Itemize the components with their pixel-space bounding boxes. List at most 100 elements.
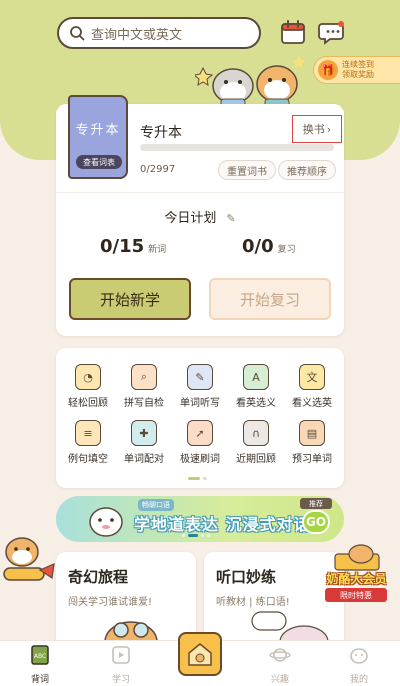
tool-en-to-meaning[interactable]: A 看英选义 [228, 364, 284, 409]
search-icon [70, 26, 85, 41]
page-dot [203, 477, 207, 480]
banner-headline: 学地道表达 沉浸式对话 [134, 515, 311, 534]
card-wen-icon: 文 [299, 364, 325, 390]
tool-preview-words[interactable]: ▤ 预习单词 [284, 420, 340, 465]
tool-sentence-fill[interactable]: ≡ 例句填空 [60, 420, 116, 465]
hamster-house-icon [188, 643, 212, 666]
tab-study[interactable]: 学习 [96, 644, 146, 685]
hamster-face-icon [350, 648, 368, 664]
signin-line2: 领取奖励 [342, 70, 374, 79]
headphones-icon: ∩ [243, 420, 269, 446]
tab-label: 背词 [30, 675, 49, 685]
tool-label: 拼写自检 [124, 398, 164, 409]
signin-line1: 连续签到 [342, 60, 374, 69]
search-input[interactable]: 查询中文或英文 [57, 17, 261, 49]
abc-book-icon: ABC [31, 645, 49, 665]
tab-label: 学习 [111, 675, 130, 685]
go-badge[interactable]: 推荐 GO [298, 498, 334, 538]
signin-reward-button[interactable]: 🎁 连续签到 领取奖励 [313, 56, 400, 84]
tab-words[interactable]: ABC 背词 [15, 644, 65, 685]
tool-easy-review[interactable]: ◔ 轻松回顾 [60, 364, 116, 409]
tool-label: 看义选英 [292, 398, 332, 409]
tool-label: 预习单词 [292, 454, 332, 465]
tools-page-indicator [188, 477, 207, 480]
rocket-icon: ➚ [187, 420, 213, 446]
view-word-list-button[interactable]: 查看词表 [76, 155, 122, 169]
banner-dot [207, 534, 210, 537]
review-words-label: 复习 [277, 245, 296, 255]
tool-spelling-check[interactable]: ⌕ 拼写自检 [116, 364, 172, 409]
tab-me[interactable]: 我的 [334, 644, 384, 685]
tool-dictation[interactable]: ✎ 单词听写 [172, 364, 228, 409]
banner-page-indicator [182, 534, 210, 537]
start-learn-button[interactable]: 开始新学 [69, 278, 191, 320]
new-words-label: 新词 [148, 245, 167, 255]
today-plan-title: 今日计划 ✎ [0, 207, 400, 226]
start-review-button[interactable]: 开始复习 [209, 278, 331, 320]
banner-dot [188, 534, 198, 537]
book-icon: ▤ [299, 420, 325, 446]
wordbook-name: 专升本 [140, 125, 182, 141]
magnifier-icon: ⌕ [131, 364, 157, 390]
tool-label: 看英选义 [236, 398, 276, 409]
video-book-icon [112, 646, 130, 664]
banner-tag: 畅聊口语 [138, 499, 174, 511]
tool-label: 单词配对 [124, 454, 164, 465]
calendar-icon[interactable] [279, 18, 307, 46]
tool-recent-review[interactable]: ∩ 近期回顾 [228, 420, 284, 465]
new-words-value: 0/15 [100, 236, 145, 257]
tool-meaning-to-en[interactable]: 文 看义选英 [284, 364, 340, 409]
edit-plan-icon[interactable]: ✎ [226, 212, 235, 225]
fantasy-journey-card[interactable]: 奇幻旅程 闯关学习谁试谁爱! [56, 552, 196, 652]
go-label: GO [302, 510, 330, 534]
new-words-stat: 0/15 新词 [100, 236, 166, 257]
tool-label: 轻松回顾 [68, 398, 108, 409]
chat-bubble-icon[interactable] [318, 18, 346, 46]
gift-icon: 🎁 [318, 60, 338, 80]
notebook-icon: ≡ [75, 420, 101, 446]
vip-title: 奶酪大会员 [326, 572, 387, 586]
hamster-mascots-illustration [195, 56, 305, 108]
banner-dot [201, 534, 204, 537]
puzzle-icon: ✚ [131, 420, 157, 446]
tool-speed-drill[interactable]: ➚ 极速刷词 [172, 420, 228, 465]
clock-face-icon: ◔ [75, 364, 101, 390]
reset-wordbook-button[interactable]: 重置词书 [218, 160, 276, 180]
change-book-button[interactable]: 换书 › [292, 115, 342, 143]
hamster-treasure-icon [334, 544, 380, 571]
hamster-mascot-icon [89, 507, 123, 537]
tool-word-match[interactable]: ✚ 单词配对 [116, 420, 172, 465]
card-a-icon: A [243, 364, 269, 390]
review-words-value: 0/0 [242, 236, 274, 257]
card-divider [56, 192, 344, 193]
banner-dot [182, 534, 185, 537]
review-words-stat: 0/0 复习 [242, 236, 296, 257]
tab-label: 我的 [349, 675, 368, 685]
recommend-order-button[interactable]: 推荐顺序 [278, 160, 336, 180]
page-dot [188, 477, 200, 480]
chevron-right-icon: › [326, 122, 332, 136]
search-placeholder: 查询中文或英文 [91, 27, 183, 43]
tool-label: 单词听写 [180, 398, 220, 409]
clipboard-pen-icon: ✎ [187, 364, 213, 390]
wordbook-cover-title: 专升本 [75, 123, 121, 138]
tool-label: 近期回顾 [236, 454, 276, 465]
wordbook-cover[interactable]: 专升本 查看词表 [68, 95, 128, 179]
feature-title: 奇幻旅程 [68, 568, 129, 586]
vip-promo-badge[interactable]: 奶酪大会员 限时特惠 [313, 544, 400, 602]
svg-text:ABC: ABC [34, 653, 46, 660]
feature-subtitle: 闯关学习谁试谁爱! [68, 597, 153, 608]
planet-icon [269, 648, 291, 662]
vip-subtitle: 限时特惠 [325, 588, 387, 602]
change-book-label: 换书 [302, 123, 325, 136]
tab-label: 兴趣 [270, 675, 289, 685]
tab-interest[interactable]: 兴趣 [255, 644, 305, 685]
hamster-plane-illustration [3, 537, 55, 581]
wordbook-progress-text: 0/2997 [140, 164, 176, 175]
tool-label: 极速刷词 [180, 454, 220, 465]
recommend-tag: 推荐 [300, 498, 332, 509]
center-house-button[interactable] [178, 632, 222, 676]
wordbook-progress-bar [140, 144, 334, 151]
tool-label: 例句填空 [68, 454, 108, 465]
today-plan-label: 今日计划 [164, 211, 217, 226]
